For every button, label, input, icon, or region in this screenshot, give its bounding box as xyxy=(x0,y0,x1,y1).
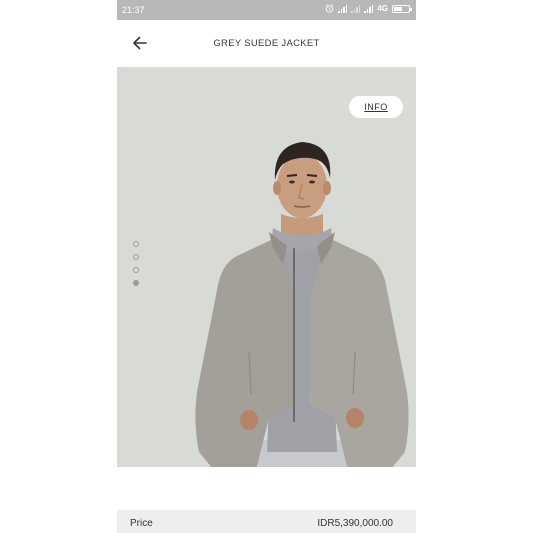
signal-icon-secondary xyxy=(364,4,374,13)
price-row: Price IDR5,390,000.00 xyxy=(117,510,416,533)
carousel-dot[interactable] xyxy=(133,254,139,260)
top-bar: GREY SUEDE JACKET xyxy=(117,20,416,67)
carousel-dot[interactable] xyxy=(133,267,139,273)
carousel-pagination xyxy=(133,241,139,286)
alarm-icon xyxy=(325,4,334,13)
battery-icon xyxy=(392,4,412,13)
status-time: 21:37 xyxy=(122,5,145,15)
signal-weak-icon xyxy=(351,4,361,13)
product-image-carousel[interactable]: INFO xyxy=(117,67,416,467)
price-value: IDR5,390,000.00 xyxy=(317,518,393,529)
page-title: GREY SUEDE JACKET xyxy=(213,38,320,49)
price-label: Price xyxy=(130,518,153,529)
app-screen: 21:37 4G GREY SUEDE JACKET INFO Price ID… xyxy=(117,0,416,533)
carousel-dot-active[interactable] xyxy=(133,280,139,286)
status-icons: 4G xyxy=(325,4,412,13)
signal-icon xyxy=(338,4,348,13)
carousel-dot[interactable] xyxy=(133,241,139,247)
info-button[interactable]: INFO xyxy=(349,96,403,118)
status-bar: 21:37 4G xyxy=(117,0,416,20)
network-type: 4G xyxy=(377,4,388,13)
product-photo xyxy=(195,142,409,467)
